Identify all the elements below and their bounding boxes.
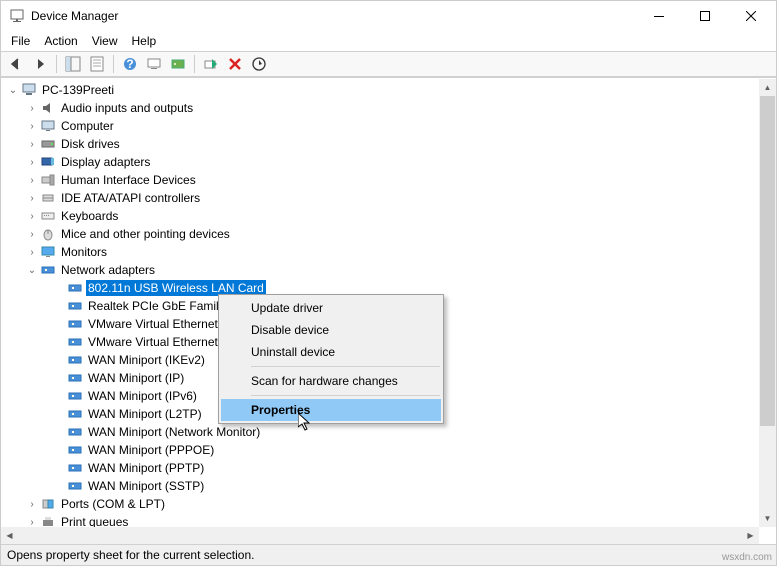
- tree-category[interactable]: ›Display adapters: [2, 153, 759, 171]
- help-button[interactable]: ?: [119, 53, 141, 75]
- tree-category[interactable]: ›Monitors: [2, 243, 759, 261]
- update-driver-button[interactable]: [167, 53, 189, 75]
- tree-root[interactable]: ⌄ PC-139Preeti: [2, 81, 759, 99]
- uninstall-button[interactable]: [224, 53, 246, 75]
- ide-icon: [40, 190, 56, 206]
- tree-device[interactable]: WAN Miniport (Network Monitor): [2, 423, 759, 441]
- collapse-icon[interactable]: ⌄: [26, 264, 38, 276]
- menu-file[interactable]: File: [5, 32, 36, 50]
- context-menu-separator: [251, 395, 440, 396]
- vertical-scrollbar[interactable]: ▲ ▼: [759, 79, 776, 527]
- menubar: File Action View Help: [1, 31, 776, 51]
- tree-category[interactable]: ›Computer: [2, 117, 759, 135]
- nic-icon: [67, 298, 83, 314]
- expand-icon[interactable]: ›: [26, 156, 38, 168]
- back-button[interactable]: [5, 53, 27, 75]
- context-menu-separator: [251, 366, 440, 367]
- network-icon: [40, 262, 56, 278]
- expand-icon[interactable]: ›: [26, 228, 38, 240]
- hid-icon: [40, 172, 56, 188]
- minimize-button[interactable]: [636, 1, 682, 31]
- expand-icon[interactable]: ›: [26, 246, 38, 258]
- tree-category[interactable]: ›IDE ATA/ATAPI controllers: [2, 189, 759, 207]
- nic-icon: [67, 406, 83, 422]
- expand-icon[interactable]: ›: [26, 102, 38, 114]
- scrollbar-thumb[interactable]: [760, 96, 775, 426]
- toolbar: ?: [1, 51, 776, 77]
- expand-icon[interactable]: ›: [26, 138, 38, 150]
- watermark: wsxdn.com: [722, 552, 772, 563]
- display-icon: [40, 154, 56, 170]
- keyboard-icon: [40, 208, 56, 224]
- scroll-left-icon[interactable]: ◀: [1, 527, 18, 544]
- nic-icon: [67, 316, 83, 332]
- window-title: Device Manager: [31, 9, 636, 23]
- nic-icon: [67, 352, 83, 368]
- app-icon: [9, 8, 25, 24]
- tree-device[interactable]: WAN Miniport (PPTP): [2, 459, 759, 477]
- toolbar-separator: [113, 55, 114, 73]
- statusbar: Opens property sheet for the current sel…: [1, 544, 776, 565]
- nic-icon: [67, 424, 83, 440]
- ctx-scan-hardware[interactable]: Scan for hardware changes: [221, 370, 441, 392]
- toolbar-separator: [56, 55, 57, 73]
- ctx-uninstall-device[interactable]: Uninstall device: [221, 341, 441, 363]
- tree-category[interactable]: ›Human Interface Devices: [2, 171, 759, 189]
- window-controls: [636, 1, 774, 31]
- tree-category[interactable]: ›Ports (COM & LPT): [2, 495, 759, 513]
- nic-icon: [67, 460, 83, 476]
- ports-icon: [40, 496, 56, 512]
- expand-icon[interactable]: ›: [26, 498, 38, 510]
- scan-hw-button[interactable]: [143, 53, 165, 75]
- scroll-down-icon[interactable]: ▼: [759, 510, 776, 527]
- mouse-icon: [40, 226, 56, 242]
- expand-icon[interactable]: ›: [26, 174, 38, 186]
- nic-icon: [67, 334, 83, 350]
- ctx-update-driver[interactable]: Update driver: [221, 297, 441, 319]
- nic-icon: [67, 370, 83, 386]
- ctx-disable-device[interactable]: Disable device: [221, 319, 441, 341]
- tree-category[interactable]: ›Keyboards: [2, 207, 759, 225]
- tree-category-network[interactable]: ⌄Network adapters: [2, 261, 759, 279]
- nic-icon: [67, 280, 83, 296]
- toolbar-separator: [194, 55, 195, 73]
- titlebar: Device Manager: [1, 1, 776, 31]
- audio-icon: [40, 100, 56, 116]
- monitor-icon: [40, 244, 56, 260]
- nic-icon: [67, 388, 83, 404]
- menu-help[interactable]: Help: [126, 32, 163, 50]
- collapse-icon[interactable]: ⌄: [7, 84, 19, 96]
- forward-button[interactable]: [29, 53, 51, 75]
- maximize-button[interactable]: [682, 1, 728, 31]
- tree-category[interactable]: ›Audio inputs and outputs: [2, 99, 759, 117]
- expand-icon[interactable]: ›: [26, 192, 38, 204]
- ctx-properties[interactable]: Properties: [221, 399, 441, 421]
- expand-icon[interactable]: ›: [26, 120, 38, 132]
- enable-button[interactable]: [200, 53, 222, 75]
- close-button[interactable]: [728, 1, 774, 31]
- disk-icon: [40, 136, 56, 152]
- context-menu: Update driver Disable device Uninstall d…: [218, 294, 444, 424]
- computer-icon: [21, 82, 37, 98]
- nic-icon: [67, 442, 83, 458]
- scroll-up-icon[interactable]: ▲: [759, 79, 776, 96]
- nic-icon: [67, 478, 83, 494]
- status-text: Opens property sheet for the current sel…: [7, 548, 254, 562]
- menu-view[interactable]: View: [86, 32, 124, 50]
- scan-changes-button[interactable]: [248, 53, 270, 75]
- horizontal-scrollbar[interactable]: ◀ ▶: [1, 527, 759, 544]
- svg-text:?: ?: [126, 57, 133, 71]
- tree-category[interactable]: ›Mice and other pointing devices: [2, 225, 759, 243]
- tree-device[interactable]: WAN Miniport (PPPOE): [2, 441, 759, 459]
- computer-icon: [40, 118, 56, 134]
- tree-category[interactable]: ›Disk drives: [2, 135, 759, 153]
- show-hide-tree-button[interactable]: [62, 53, 84, 75]
- scroll-right-icon[interactable]: ▶: [742, 527, 759, 544]
- expand-icon[interactable]: ›: [26, 210, 38, 222]
- menu-action[interactable]: Action: [38, 32, 83, 50]
- tree-device[interactable]: WAN Miniport (SSTP): [2, 477, 759, 495]
- properties-button[interactable]: [86, 53, 108, 75]
- tree-root-label: PC-139Preeti: [40, 82, 116, 98]
